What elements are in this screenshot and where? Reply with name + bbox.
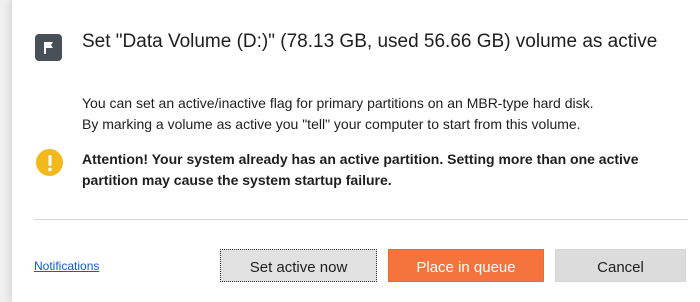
exclamation-icon	[36, 149, 63, 176]
description-line-1: You can set an active/inactive flag for …	[82, 95, 594, 111]
divider	[34, 219, 688, 220]
warning-message: Attention! Your system already has an ac…	[82, 151, 639, 188]
set-active-dialog: Set "Data Volume (D:)" (78.13 GB, used 5…	[12, 0, 700, 302]
dialog-description: You can set an active/inactive flag for …	[82, 93, 697, 135]
set-active-now-button[interactable]: Set active now	[220, 249, 377, 282]
place-in-queue-button[interactable]: Place in queue	[388, 249, 544, 282]
flag-icon	[35, 34, 62, 61]
dialog-title: Set "Data Volume (D:)" (78.13 GB, used 5…	[82, 31, 658, 52]
cancel-button[interactable]: Cancel	[555, 249, 686, 282]
description-line-2: By marking a volume as active you "tell"…	[82, 116, 581, 132]
notifications-link[interactable]: Notifications	[34, 259, 99, 273]
